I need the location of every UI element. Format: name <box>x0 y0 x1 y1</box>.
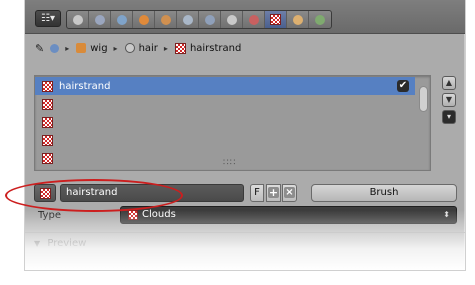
texture-icon <box>174 42 186 54</box>
fake-user-button[interactable]: F <box>250 184 264 202</box>
list-resize-grip-icon[interactable]: ∷∷ <box>223 158 236 168</box>
breadcrumb-separator-icon: ▸ <box>163 43 168 53</box>
type-label: Type <box>38 210 61 221</box>
clouds-texture-icon <box>128 210 138 220</box>
tab-constraints[interactable] <box>177 11 199 28</box>
unlink-texture-button[interactable]: × <box>282 184 297 202</box>
tab-world[interactable] <box>133 11 155 28</box>
breadcrumb-item-label: wig <box>90 42 108 54</box>
tab-render[interactable] <box>67 11 89 28</box>
render-icon <box>72 14 83 25</box>
breadcrumb-item-particles: hair <box>124 42 158 54</box>
collapse-triangle-icon: ▼ <box>34 239 41 248</box>
modifiers-icon <box>204 14 215 25</box>
texture-icon <box>42 116 53 128</box>
texture-slot-row[interactable]: hairstrand ✔ <box>35 77 415 95</box>
preview-panel-header[interactable]: ▼ Preview <box>25 232 465 254</box>
particle-system-icon <box>124 43 135 53</box>
tab-modifiers[interactable] <box>199 11 221 28</box>
tab-render-layers[interactable] <box>89 11 111 28</box>
texture-type-value: Clouds <box>142 209 176 220</box>
properties-header: ☷▾ <box>25 0 465 34</box>
texture-slot-row[interactable] <box>35 131 415 149</box>
slot-side-buttons: ▲ ▼ ▾ <box>442 76 456 127</box>
dropdown-arrows-icon: ⬍ <box>443 210 450 219</box>
breadcrumb: ✎ ▸ wig ▸ hair ▸ hairstrand <box>25 37 465 59</box>
editor-type-menu-icon[interactable]: ☷▾ <box>35 10 61 27</box>
tab-object[interactable] <box>155 11 177 28</box>
texture-icon <box>42 98 53 110</box>
tab-particles[interactable] <box>287 11 309 28</box>
move-slot-down-button[interactable]: ▼ <box>442 93 456 107</box>
preview-label: Preview <box>47 238 87 249</box>
slot-specials-menu-button[interactable]: ▾ <box>442 110 456 124</box>
texture-icon <box>42 80 53 92</box>
move-slot-up-button[interactable]: ▲ <box>442 76 456 90</box>
tab-physics[interactable] <box>309 11 331 28</box>
texture-slot-row[interactable] <box>35 95 415 113</box>
slot-enabled-checkbox[interactable]: ✔ <box>397 80 409 92</box>
object-cube-icon <box>76 43 87 53</box>
texture-slot-label: hairstrand <box>59 80 111 92</box>
texture-icon <box>42 134 53 146</box>
texture-type-dropdown[interactable]: Clouds ⬍ <box>120 206 457 224</box>
render-layers-icon <box>94 14 105 25</box>
tab-material[interactable] <box>243 11 265 28</box>
material-icon <box>248 14 259 25</box>
breadcrumb-item-object: wig <box>76 42 108 54</box>
world-icon <box>138 14 149 25</box>
scene-icon <box>116 14 127 25</box>
plus-icon: + <box>268 186 279 199</box>
list-scrollbar[interactable] <box>419 86 428 112</box>
tab-texture[interactable] <box>265 11 287 28</box>
pin-icon[interactable]: ✎ <box>35 42 44 55</box>
physics-icon <box>315 14 325 25</box>
particles-icon <box>292 14 303 25</box>
constraints-icon <box>182 14 193 25</box>
texture-name-field[interactable]: hairstrand <box>60 184 244 202</box>
brush-button[interactable]: Brush <box>311 184 457 202</box>
breadcrumb-item-texture: hairstrand <box>174 42 242 54</box>
breadcrumb-separator-icon: ▸ <box>113 43 118 53</box>
new-texture-button[interactable]: + <box>266 184 281 202</box>
breadcrumb-separator-icon: ▸ <box>65 43 70 53</box>
context-tabs <box>66 10 332 29</box>
properties-panel: ☷▾ ✎ ▸ wig ▸ hair ▸ hairstrand hairstran… <box>25 0 465 270</box>
texture-slot-row[interactable] <box>35 113 415 131</box>
breadcrumb-item-label: hairstrand <box>189 42 242 54</box>
texture-slot-list[interactable]: hairstrand ✔ ∷∷ <box>34 75 431 171</box>
texture-icon <box>39 187 51 199</box>
breadcrumb-item-label: hair <box>138 42 158 54</box>
data-icon <box>226 14 237 25</box>
tab-data[interactable] <box>221 11 243 28</box>
close-icon: × <box>284 187 295 198</box>
tab-scene[interactable] <box>111 11 133 28</box>
object-icon <box>160 14 171 25</box>
texture-icon <box>42 152 53 164</box>
texture-icon <box>270 14 281 25</box>
scene-link-icon <box>50 43 60 53</box>
texture-browse-button[interactable] <box>34 184 56 202</box>
